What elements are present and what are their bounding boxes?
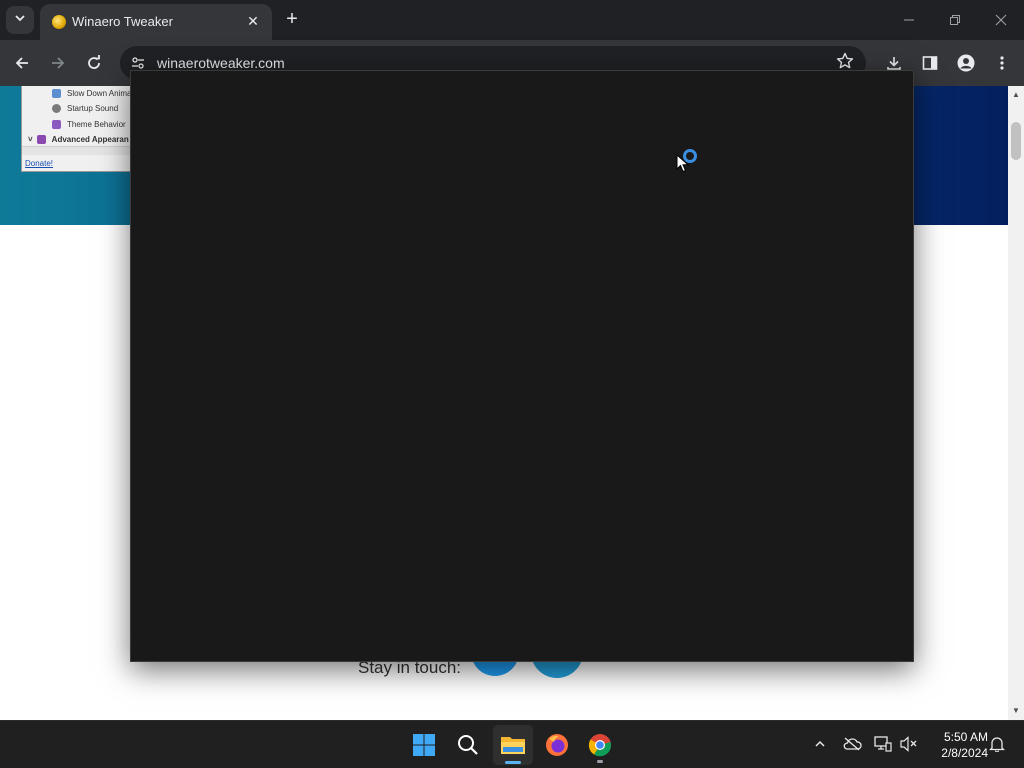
download-icon bbox=[887, 57, 901, 70]
tree-item: ˅ Advanced Appearan bbox=[28, 132, 129, 146]
tree-item-label: Slow Down Animati bbox=[67, 88, 136, 98]
volume-button[interactable] bbox=[898, 733, 920, 755]
taskbar: 5:50 AM 2/8/2024 bbox=[0, 720, 1024, 768]
volume-muted-icon bbox=[900, 736, 917, 752]
firefox-button[interactable] bbox=[537, 725, 577, 765]
search-button[interactable] bbox=[448, 725, 488, 765]
expand-chevron-icon: ˅ bbox=[28, 134, 33, 144]
arrow-left-icon bbox=[15, 57, 28, 69]
mouse-cursor-icon bbox=[676, 154, 690, 173]
page-scrollbar[interactable]: ▲ ▼ bbox=[1008, 86, 1024, 720]
restore-button[interactable] bbox=[932, 0, 978, 40]
scroll-down-icon[interactable]: ▼ bbox=[1011, 706, 1021, 715]
folder-icon bbox=[501, 737, 525, 754]
notifications-button[interactable] bbox=[986, 733, 1008, 755]
tree-item-icon bbox=[52, 88, 61, 98]
forward-button[interactable] bbox=[43, 48, 73, 78]
reload-button[interactable] bbox=[79, 48, 109, 78]
chevron-down-icon bbox=[14, 11, 26, 29]
tree-item: Startup Sound bbox=[52, 101, 118, 115]
new-tab-button[interactable]: + bbox=[280, 8, 304, 32]
active-indicator bbox=[505, 761, 521, 764]
side-panel-icon bbox=[922, 56, 938, 70]
tab-title: Winaero Tweaker bbox=[72, 14, 173, 29]
show-hidden-icons-button[interactable] bbox=[809, 733, 831, 755]
chrome-icon bbox=[588, 734, 612, 757]
loading-app-window[interactable] bbox=[130, 70, 914, 662]
tree-item: Slow Down Animati bbox=[52, 86, 135, 100]
close-window-button[interactable] bbox=[978, 0, 1024, 40]
tab-search-button[interactable] bbox=[6, 6, 34, 34]
url-text[interactable]: winaerotweaker.com bbox=[157, 55, 285, 71]
cloud-off-icon bbox=[843, 737, 862, 751]
bell-icon bbox=[989, 737, 1005, 752]
tree-item-label: Startup Sound bbox=[67, 103, 119, 113]
profile-button[interactable] bbox=[953, 50, 979, 76]
tree-item-icon bbox=[52, 103, 61, 113]
minimize-icon bbox=[904, 19, 914, 21]
file-explorer-button[interactable] bbox=[493, 725, 533, 765]
onedrive-button[interactable] bbox=[841, 733, 863, 755]
kebab-menu-icon bbox=[1000, 56, 1004, 70]
app-screenshot: Slow Down Animati Startup Sound Theme Be… bbox=[21, 86, 141, 172]
back-button[interactable] bbox=[7, 48, 37, 78]
tree-item-icon bbox=[36, 134, 46, 144]
restore-icon bbox=[950, 15, 960, 25]
firefox-icon bbox=[546, 734, 568, 756]
side-panel-button[interactable] bbox=[917, 50, 943, 76]
tree-item-icon bbox=[52, 119, 61, 129]
screen: Winaero Tweaker ✕ + winaerotweaker.com S… bbox=[0, 0, 1024, 768]
arrow-right-icon bbox=[52, 57, 65, 69]
tree-item-label: Theme Behavior bbox=[67, 119, 126, 129]
close-icon bbox=[995, 14, 1007, 26]
donate-link[interactable]: Donate! bbox=[25, 159, 53, 168]
tab-winaero-tweaker[interactable]: Winaero Tweaker ✕ bbox=[40, 4, 272, 40]
chrome-button[interactable] bbox=[580, 725, 620, 765]
network-icon bbox=[874, 736, 892, 752]
tree-item-label: Advanced Appearan bbox=[51, 134, 129, 144]
running-indicator bbox=[597, 760, 603, 763]
scrollbar-thumb[interactable] bbox=[1011, 122, 1021, 160]
network-button[interactable] bbox=[872, 733, 894, 755]
minimize-button[interactable] bbox=[886, 0, 932, 40]
favicon-icon bbox=[52, 15, 66, 29]
clock-time: 5:50 AM bbox=[943, 730, 988, 744]
reload-icon bbox=[88, 55, 100, 69]
browser-tabstrip: Winaero Tweaker ✕ + bbox=[0, 0, 1024, 40]
menu-button[interactable] bbox=[989, 50, 1015, 76]
scroll-up-icon[interactable]: ▲ bbox=[1011, 90, 1021, 99]
start-button[interactable] bbox=[404, 725, 444, 765]
horizontal-scrollbar[interactable] bbox=[22, 146, 140, 155]
windows-logo-icon bbox=[413, 734, 435, 756]
tree-item: Theme Behavior bbox=[52, 117, 126, 131]
chevron-up-icon bbox=[815, 740, 825, 747]
search-icon bbox=[458, 735, 478, 755]
tab-close-button[interactable]: ✕ bbox=[244, 12, 262, 30]
clock[interactable]: 5:50 AM 2/8/2024 bbox=[928, 729, 988, 761]
clock-date: 2/8/2024 bbox=[941, 746, 988, 760]
profile-icon bbox=[957, 54, 975, 72]
